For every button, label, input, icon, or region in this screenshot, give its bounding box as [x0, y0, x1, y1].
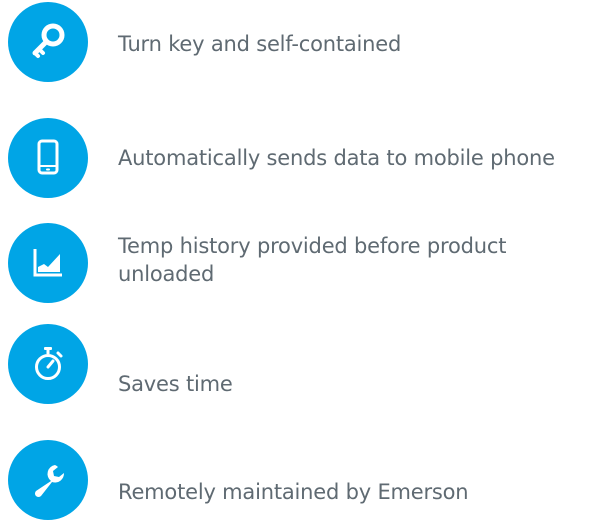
- feature-item-remote-maintenance: Remotely maintained by Emerson: [0, 440, 614, 520]
- feature-label: Automatically sends data to mobile phone: [118, 146, 555, 170]
- wrench-icon: [8, 440, 88, 520]
- feature-label: Turn key and self-contained: [118, 32, 402, 56]
- feature-label: Temp history provided before product unl…: [118, 234, 507, 286]
- feature-item-temp-history: Temp history provided before product unl…: [0, 223, 614, 303]
- feature-label: Remotely maintained by Emerson: [118, 480, 469, 504]
- mobile-phone-icon: [8, 118, 88, 198]
- feature-item-mobile-data: Automatically sends data to mobile phone: [0, 118, 614, 198]
- feature-list: Turn key and self-contained Automaticall…: [0, 0, 614, 523]
- area-chart-icon: [8, 223, 88, 303]
- feature-item-turn-key: Turn key and self-contained: [0, 2, 614, 82]
- feature-item-saves-time: Saves time: [0, 324, 614, 404]
- stopwatch-icon: [8, 324, 88, 404]
- key-icon: [8, 2, 88, 82]
- feature-label: Saves time: [118, 372, 233, 396]
